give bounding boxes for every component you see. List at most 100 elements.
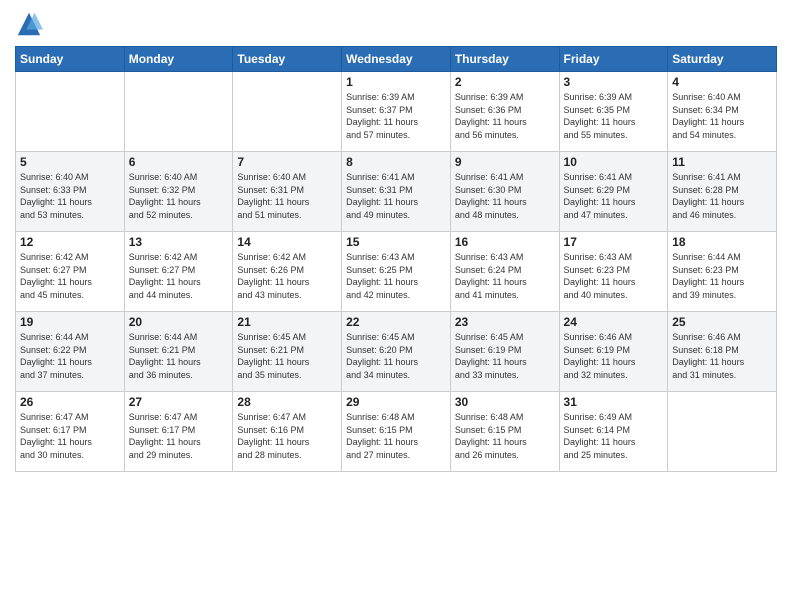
calendar-cell: 19Sunrise: 6:44 AM Sunset: 6:22 PM Dayli… [16, 312, 125, 392]
day-header-tuesday: Tuesday [233, 47, 342, 72]
day-number: 11 [672, 155, 772, 169]
day-info: Sunrise: 6:40 AM Sunset: 6:33 PM Dayligh… [20, 171, 120, 221]
day-number: 5 [20, 155, 120, 169]
calendar-cell: 7 Sunrise: 6:40 AM Sunset: 6:31 PM Daylig… [233, 152, 342, 232]
page: SundayMondayTuesdayWednesdayThursdayFrid… [0, 0, 792, 612]
day-info: Sunrise: 6:46 AM Sunset: 6:19 PM Dayligh… [564, 331, 664, 381]
day-info: Sunrise: 6:41 AM Sunset: 6:28 PM Dayligh… [672, 171, 772, 221]
calendar-cell: 12 Sunrise: 6:42 AM Sunset: 6:27 PM Dayli… [16, 232, 125, 312]
calendar-cell: 3 Sunrise: 6:39 AM Sunset: 6:35 PM Daylig… [559, 72, 668, 152]
calendar-cell: 30Sunrise: 6:48 AM Sunset: 6:15 PM Dayli… [450, 392, 559, 472]
day-info: Sunrise: 6:39 AM Sunset: 6:37 PM Dayligh… [346, 91, 446, 141]
day-number: 26 [20, 395, 120, 409]
day-number: 13 [129, 235, 229, 249]
calendar-cell: 11 Sunrise: 6:41 AM Sunset: 6:28 PM Dayli… [668, 152, 777, 232]
day-number: 14 [237, 235, 337, 249]
calendar-cell: 29 Sunrise: 6:48 AM Sunset: 6:15 PM Dayli… [342, 392, 451, 472]
day-info: Sunrise: 6:39 AM Sunset: 6:35 PM Dayligh… [564, 91, 664, 141]
day-info: Sunrise: 6:45 AM Sunset: 6:20 PM Dayligh… [346, 331, 446, 381]
day-header-wednesday: Wednesday [342, 47, 451, 72]
calendar-week-row: 19Sunrise: 6:44 AM Sunset: 6:22 PM Dayli… [16, 312, 777, 392]
day-number: 4 [672, 75, 772, 89]
calendar-cell: 18Sunrise: 6:44 AM Sunset: 6:23 PM Dayli… [668, 232, 777, 312]
day-number: 6 [129, 155, 229, 169]
calendar-cell: 23 Sunrise: 6:45 AM Sunset: 6:19 PM Dayli… [450, 312, 559, 392]
day-info: Sunrise: 6:42 AM Sunset: 6:27 PM Dayligh… [20, 251, 120, 301]
day-info: Sunrise: 6:41 AM Sunset: 6:30 PM Dayligh… [455, 171, 555, 221]
logo [15, 10, 47, 38]
day-number: 1 [346, 75, 446, 89]
calendar-cell: 31Sunrise: 6:49 AM Sunset: 6:14 PM Dayli… [559, 392, 668, 472]
day-number: 21 [237, 315, 337, 329]
day-number: 28 [237, 395, 337, 409]
calendar-cell: 5 Sunrise: 6:40 AM Sunset: 6:33 PM Daylig… [16, 152, 125, 232]
calendar-cell: 21 Sunrise: 6:45 AM Sunset: 6:21 PM Dayli… [233, 312, 342, 392]
calendar-cell: 25 Sunrise: 6:46 AM Sunset: 6:18 PM Dayli… [668, 312, 777, 392]
logo-icon [15, 10, 43, 38]
calendar-cell: 22 Sunrise: 6:45 AM Sunset: 6:20 PM Dayli… [342, 312, 451, 392]
day-number: 20 [129, 315, 229, 329]
calendar-cell: 20 Sunrise: 6:44 AM Sunset: 6:21 PM Dayli… [124, 312, 233, 392]
calendar-cell: 16 Sunrise: 6:43 AM Sunset: 6:24 PM Dayli… [450, 232, 559, 312]
calendar-cell: 28 Sunrise: 6:47 AM Sunset: 6:16 PM Dayli… [233, 392, 342, 472]
day-number: 29 [346, 395, 446, 409]
calendar-cell: 26 Sunrise: 6:47 AM Sunset: 6:17 PM Dayli… [16, 392, 125, 472]
day-info: Sunrise: 6:40 AM Sunset: 6:34 PM Dayligh… [672, 91, 772, 141]
calendar-cell [668, 392, 777, 472]
day-number: 10 [564, 155, 664, 169]
day-number: 24 [564, 315, 664, 329]
day-number: 18 [672, 235, 772, 249]
calendar-cell: 17 Sunrise: 6:43 AM Sunset: 6:23 PM Dayli… [559, 232, 668, 312]
day-info: Sunrise: 6:48 AM Sunset: 6:15 PM Dayligh… [346, 411, 446, 461]
day-info: Sunrise: 6:43 AM Sunset: 6:24 PM Dayligh… [455, 251, 555, 301]
calendar-cell: 4 Sunrise: 6:40 AM Sunset: 6:34 PM Daylig… [668, 72, 777, 152]
calendar-week-row: 5 Sunrise: 6:40 AM Sunset: 6:33 PM Daylig… [16, 152, 777, 232]
calendar-cell: 15Sunrise: 6:43 AM Sunset: 6:25 PM Dayli… [342, 232, 451, 312]
day-number: 16 [455, 235, 555, 249]
calendar-cell [16, 72, 125, 152]
day-number: 22 [346, 315, 446, 329]
day-info: Sunrise: 6:48 AM Sunset: 6:15 PM Dayligh… [455, 411, 555, 461]
day-info: Sunrise: 6:47 AM Sunset: 6:17 PM Dayligh… [129, 411, 229, 461]
day-info: Sunrise: 6:47 AM Sunset: 6:16 PM Dayligh… [237, 411, 337, 461]
calendar-cell: 6Sunrise: 6:40 AM Sunset: 6:32 PM Daylig… [124, 152, 233, 232]
calendar-cell: 8Sunrise: 6:41 AM Sunset: 6:31 PM Daylig… [342, 152, 451, 232]
day-number: 23 [455, 315, 555, 329]
day-info: Sunrise: 6:41 AM Sunset: 6:31 PM Dayligh… [346, 171, 446, 221]
day-info: Sunrise: 6:43 AM Sunset: 6:23 PM Dayligh… [564, 251, 664, 301]
day-number: 17 [564, 235, 664, 249]
day-header-sunday: Sunday [16, 47, 125, 72]
calendar-cell: 10 Sunrise: 6:41 AM Sunset: 6:29 PM Dayli… [559, 152, 668, 232]
day-number: 2 [455, 75, 555, 89]
day-info: Sunrise: 6:41 AM Sunset: 6:29 PM Dayligh… [564, 171, 664, 221]
calendar-week-row: 26 Sunrise: 6:47 AM Sunset: 6:17 PM Dayli… [16, 392, 777, 472]
day-number: 25 [672, 315, 772, 329]
calendar-cell: 9 Sunrise: 6:41 AM Sunset: 6:30 PM Daylig… [450, 152, 559, 232]
day-number: 7 [237, 155, 337, 169]
calendar-header-row: SundayMondayTuesdayWednesdayThursdayFrid… [16, 47, 777, 72]
day-info: Sunrise: 6:45 AM Sunset: 6:21 PM Dayligh… [237, 331, 337, 381]
calendar-table: SundayMondayTuesdayWednesdayThursdayFrid… [15, 46, 777, 472]
day-header-friday: Friday [559, 47, 668, 72]
calendar-cell: 2Sunrise: 6:39 AM Sunset: 6:36 PM Daylig… [450, 72, 559, 152]
day-info: Sunrise: 6:47 AM Sunset: 6:17 PM Dayligh… [20, 411, 120, 461]
day-number: 27 [129, 395, 229, 409]
day-info: Sunrise: 6:45 AM Sunset: 6:19 PM Dayligh… [455, 331, 555, 381]
day-info: Sunrise: 6:44 AM Sunset: 6:22 PM Dayligh… [20, 331, 120, 381]
day-info: Sunrise: 6:44 AM Sunset: 6:21 PM Dayligh… [129, 331, 229, 381]
calendar-week-row: 12 Sunrise: 6:42 AM Sunset: 6:27 PM Dayli… [16, 232, 777, 312]
day-info: Sunrise: 6:42 AM Sunset: 6:27 PM Dayligh… [129, 251, 229, 301]
day-number: 3 [564, 75, 664, 89]
day-info: Sunrise: 6:49 AM Sunset: 6:14 PM Dayligh… [564, 411, 664, 461]
calendar-week-row: 1 Sunrise: 6:39 AM Sunset: 6:37 PM Daylig… [16, 72, 777, 152]
day-info: Sunrise: 6:40 AM Sunset: 6:31 PM Dayligh… [237, 171, 337, 221]
day-header-saturday: Saturday [668, 47, 777, 72]
day-number: 12 [20, 235, 120, 249]
day-info: Sunrise: 6:43 AM Sunset: 6:25 PM Dayligh… [346, 251, 446, 301]
day-info: Sunrise: 6:42 AM Sunset: 6:26 PM Dayligh… [237, 251, 337, 301]
calendar-cell [124, 72, 233, 152]
calendar-cell: 14 Sunrise: 6:42 AM Sunset: 6:26 PM Dayli… [233, 232, 342, 312]
calendar-cell: 13 Sunrise: 6:42 AM Sunset: 6:27 PM Dayli… [124, 232, 233, 312]
day-info: Sunrise: 6:46 AM Sunset: 6:18 PM Dayligh… [672, 331, 772, 381]
day-number: 9 [455, 155, 555, 169]
